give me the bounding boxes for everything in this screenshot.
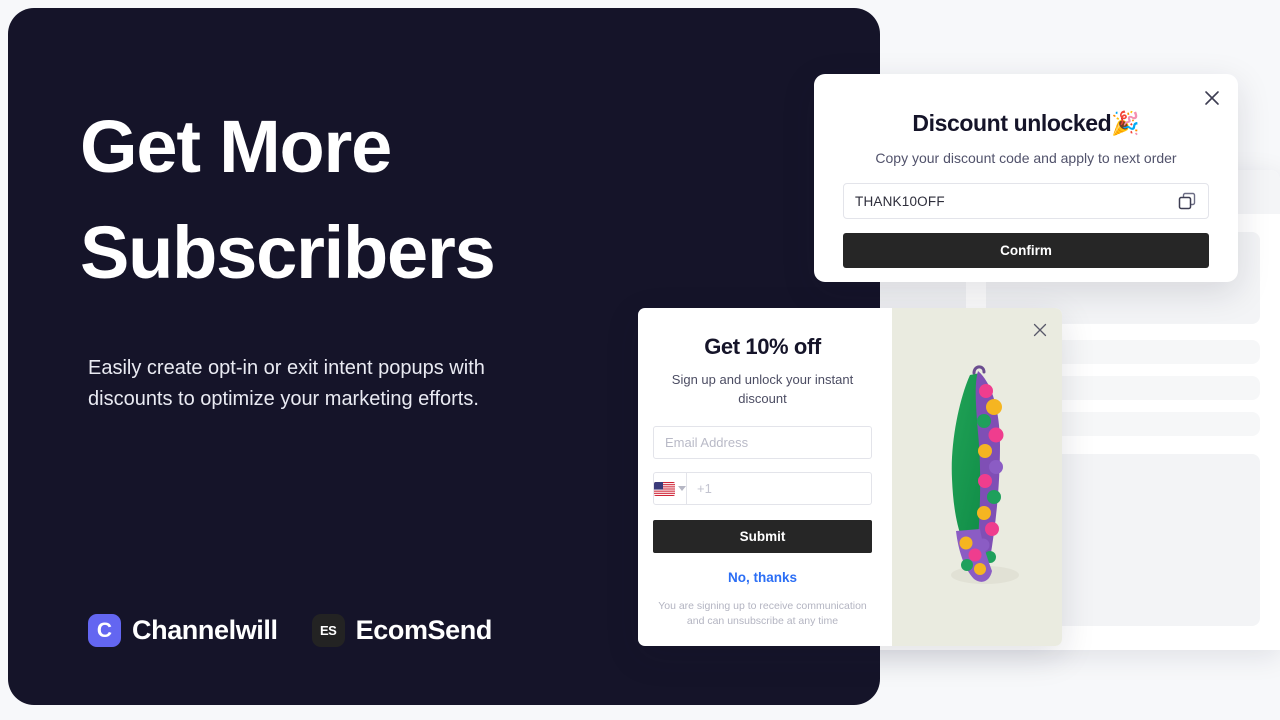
discount-popup-subtitle: Copy your discount code and apply to nex…	[875, 150, 1177, 166]
signup-popup-title: Get 10% off	[704, 334, 821, 359]
hero-subtitle: Easily create opt-in or exit intent popu…	[88, 357, 485, 410]
channelwill-logo-icon: C	[88, 614, 121, 647]
chevron-down-icon	[678, 486, 686, 491]
brand-channelwill: C Channelwill	[88, 614, 278, 647]
us-flag-icon	[654, 481, 675, 496]
ecomsend-label: EcomSend	[355, 615, 493, 645]
garment-illustration	[951, 365, 1019, 584]
page-title: Get More Subscribers	[80, 94, 640, 306]
signup-popup-subtitle: Sign up and unlock your instant discount	[671, 372, 854, 406]
decline-link[interactable]: No, thanks	[653, 570, 872, 585]
signup-popup: Get 10% off Sign up and unlock your inst…	[638, 308, 1062, 646]
country-code-select[interactable]	[654, 473, 687, 504]
ecomsend-logo-icon: ES	[311, 614, 345, 647]
channelwill-label: Channelwill	[132, 615, 278, 645]
phone-field-group	[653, 472, 872, 505]
hero-title-line-1: Get More	[80, 105, 392, 188]
discount-popup-title-text: Discount unlocked	[912, 110, 1112, 136]
discount-popup-title: Discount unlocked🎉	[843, 110, 1209, 137]
copy-icon[interactable]	[1178, 192, 1196, 210]
party-popper-icon: 🎉	[1111, 110, 1140, 136]
phone-field[interactable]	[687, 473, 871, 504]
confirm-button[interactable]: Confirm	[843, 233, 1209, 268]
close-icon[interactable]	[1200, 86, 1224, 110]
legal-disclaimer: You are signing up to receive communicat…	[658, 600, 867, 627]
discount-code-value: THANK10OFF	[855, 193, 945, 209]
page-root: Get More Subscribers Easily create opt-i…	[0, 0, 1280, 720]
hero-title-line-2: Subscribers	[80, 211, 496, 294]
discount-code-field[interactable]: THANK10OFF	[843, 183, 1209, 219]
signup-form: Get 10% off Sign up and unlock your inst…	[638, 308, 892, 646]
discount-unlocked-popup: Discount unlocked🎉 Copy your discount co…	[814, 74, 1238, 282]
close-icon[interactable]	[1030, 320, 1050, 340]
signup-popup-image	[892, 308, 1062, 646]
brand-logos: C Channelwill ES EcomSend	[88, 614, 492, 647]
email-field[interactable]	[653, 426, 872, 459]
brand-ecomsend: ES EcomSend	[311, 614, 493, 647]
submit-button[interactable]: Submit	[653, 520, 872, 553]
